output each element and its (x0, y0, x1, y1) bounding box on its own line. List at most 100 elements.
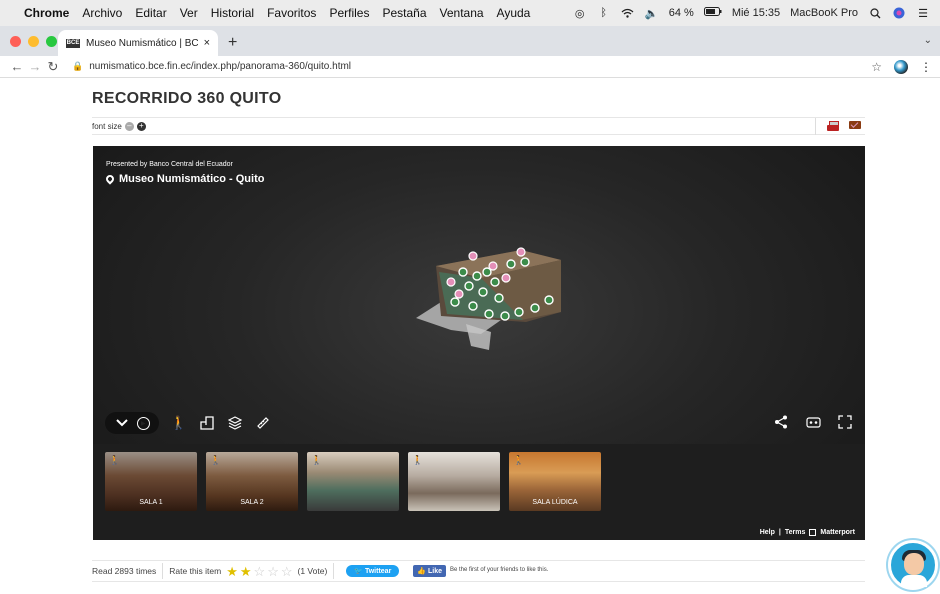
scene-thumb-sala-ludica[interactable]: 🚶 SALA LÚDICA (509, 452, 601, 511)
device-name[interactable]: MacBooK Pro (790, 7, 858, 19)
location-pin-icon (104, 173, 116, 185)
back-arrow-icon[interactable]: ← (8, 59, 26, 74)
floors-layers-icon[interactable] (227, 415, 243, 431)
menu-app-chrome[interactable]: Chrome (24, 6, 69, 20)
menu-pestana[interactable]: Pestaña (382, 6, 426, 20)
walk-icon: 🚶 (109, 455, 121, 465)
viewer-controls-left: ▶ 🚶 (105, 412, 271, 434)
terms-link[interactable]: Terms (785, 529, 806, 536)
rating-star-icon[interactable]: ☆ (267, 565, 279, 578)
tab-close-icon[interactable]: × (204, 37, 210, 49)
walk-icon: 🚶 (412, 455, 424, 465)
facebook-like-text: Be the first of your friends to like thi… (449, 567, 549, 574)
matterport-link[interactable]: Matterport (820, 529, 855, 536)
rating-star-icon[interactable]: ☆ (281, 565, 293, 578)
menu-archivo[interactable]: Archivo (82, 6, 122, 20)
font-decrease-icon[interactable]: – (124, 121, 134, 131)
scene-thumb-sala-2[interactable]: 🚶 SALA 2 (206, 452, 298, 511)
chrome-menu-icon[interactable]: ⋮ (920, 60, 932, 74)
walk-icon: 🚶 (513, 455, 525, 465)
walk-icon[interactable]: 🚶 (171, 415, 187, 431)
collapse-chevron-icon[interactable] (114, 415, 130, 431)
url-field[interactable]: 🔒 numismatico.bce.fin.ec/index.php/panor… (72, 61, 351, 72)
scene-thumb-3[interactable]: 🚶 (307, 452, 399, 511)
scene-label: SALA 1 (139, 499, 163, 506)
place-name: Museo Numismático - Quito (119, 173, 265, 185)
tab-search-chevron-icon[interactable]: ⌄ (924, 35, 932, 46)
measure-tool-icon[interactable] (255, 415, 271, 431)
lock-icon[interactable]: 🔒 (72, 61, 83, 72)
facebook-like-button[interactable]: 👍 Like (413, 565, 446, 577)
footer-divider (162, 563, 164, 579)
font-increase-icon[interactable]: + (136, 121, 146, 131)
font-size-label: font size (92, 121, 122, 131)
menu-ver[interactable]: Ver (180, 6, 198, 20)
window-controls (10, 36, 57, 47)
scene-thumb-4[interactable]: 🚶 (408, 452, 500, 511)
clock[interactable]: Mié 15:35 (732, 7, 780, 19)
bluetooth-icon[interactable]: ᛒ (597, 7, 611, 19)
notification-center-icon[interactable]: ☰ (916, 7, 930, 20)
matterport-viewer[interactable]: Presented by Banco Central del Ecuador M… (93, 146, 865, 540)
profile-avatar[interactable] (894, 59, 908, 74)
print-icon[interactable] (827, 121, 839, 131)
menu-ayuda[interactable]: Ayuda (497, 6, 531, 20)
twitter-share-button[interactable]: 🐦 Twittear (346, 565, 400, 577)
matterport-credits: Help | Terms Matterport (760, 529, 855, 536)
menu-perfiles[interactable]: Perfiles (329, 6, 369, 20)
twitter-label: Twittear (364, 568, 392, 575)
fullscreen-icon[interactable] (837, 414, 853, 430)
volume-icon[interactable]: 🔈 (645, 7, 659, 20)
rating-stars[interactable]: ★ ★ ☆ ☆ ☆ (226, 565, 292, 578)
email-icon[interactable] (849, 121, 861, 129)
battery-percent: 64 % (668, 7, 694, 19)
walk-icon: 🚶 (210, 455, 222, 465)
menu-favoritos[interactable]: Favoritos (267, 6, 316, 20)
wifi-icon[interactable] (621, 7, 635, 19)
read-count: Read 2893 times (92, 566, 157, 576)
bookmark-star-icon[interactable]: ☆ (871, 60, 882, 74)
zoom-window-button[interactable] (46, 36, 57, 47)
url-text[interactable]: numismatico.bce.fin.ec/index.php/panoram… (89, 61, 351, 72)
browser-tabbar: BCE Museo Numismático | BCE - Q × + ⌄ (0, 26, 940, 56)
siri-icon[interactable] (892, 7, 906, 19)
help-link[interactable]: Help (760, 529, 775, 536)
dollhouse-model[interactable] (411, 242, 571, 352)
new-tab-button[interactable]: + (228, 34, 237, 52)
rating-star-icon[interactable]: ★ (240, 565, 252, 578)
matterport-logo-icon (809, 529, 817, 536)
credits-divider: | (778, 529, 781, 536)
scene-thumb-sala-1[interactable]: 🚶 SALA 1 (105, 452, 197, 511)
floorplan-icon[interactable] (199, 415, 215, 431)
footer-divider (333, 563, 335, 579)
menu-historial[interactable]: Historial (211, 6, 254, 20)
font-size-toolbar: font size – + (92, 117, 865, 135)
scene-label: SALA 2 (240, 499, 264, 506)
cc-icon[interactable]: ◎ (573, 7, 587, 20)
minimize-window-button[interactable] (28, 36, 39, 47)
address-bar: ← → ↻ 🔒 numismatico.bce.fin.ec/index.php… (0, 56, 940, 78)
rating-star-icon[interactable]: ★ (226, 565, 238, 578)
walk-icon: 🚶 (311, 455, 323, 465)
vote-count: (1 Vote) (297, 566, 328, 576)
vr-headset-icon[interactable] (805, 414, 821, 430)
forward-arrow-icon[interactable]: → (26, 59, 44, 74)
tab-title: Museo Numismático | BCE - Q (86, 37, 198, 49)
reload-icon[interactable]: ↻ (44, 59, 62, 75)
bce-favicon-icon: BCE (66, 38, 80, 48)
menu-editar[interactable]: Editar (135, 6, 166, 20)
menu-ventana[interactable]: Ventana (440, 6, 484, 20)
share-icon[interactable] (773, 414, 789, 430)
play-icon[interactable]: ▶ (136, 416, 150, 430)
chat-assistant-avatar[interactable] (888, 540, 938, 590)
spotlight-icon[interactable] (868, 7, 882, 19)
scene-label: SALA LÚDICA (532, 499, 578, 506)
close-window-button[interactable] (10, 36, 21, 47)
toolbar-divider (815, 118, 816, 135)
battery-icon[interactable] (703, 7, 722, 19)
rating-star-icon[interactable]: ☆ (254, 565, 266, 578)
article-footer: Read 2893 times Rate this item ★ ★ ☆ ☆ ☆ (1 … (92, 560, 865, 582)
tour-pill[interactable]: ▶ (105, 412, 159, 434)
browser-tab[interactable]: BCE Museo Numismático | BCE - Q × (58, 30, 218, 56)
avatar-shirt (901, 575, 927, 587)
